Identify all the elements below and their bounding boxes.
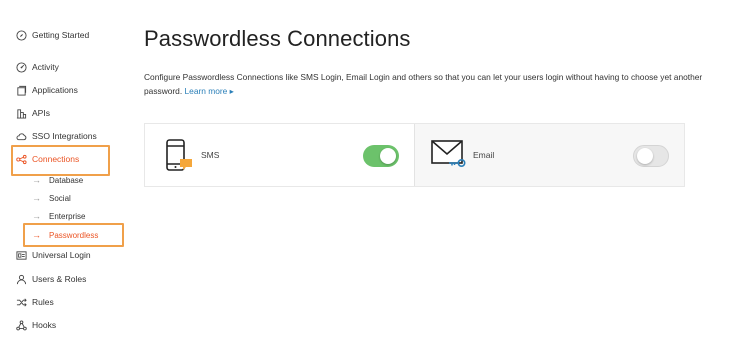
sidebar-item-label: Hooks	[32, 320, 57, 330]
sms-toggle[interactable]	[363, 145, 399, 167]
sidebar-item-universal-login[interactable]: Universal Login	[16, 246, 91, 264]
connection-card-email[interactable]: Email	[414, 124, 684, 186]
sidebar-subitem-database[interactable]: → Database	[32, 172, 83, 188]
connection-label-email: Email	[473, 150, 495, 160]
phone-message-icon	[165, 138, 195, 179]
sidebar-item-label: Applications	[32, 85, 78, 95]
sidebar-item-label: SSO Integrations	[32, 131, 97, 141]
sidebar-item-label: Universal Login	[32, 250, 91, 260]
page-title: Passwordless Connections	[144, 26, 411, 51]
sidebar-item-label: Connections	[32, 154, 80, 164]
sidebar-item-apis[interactable]: APIs	[16, 104, 50, 122]
sidebar-item-rules[interactable]: Rules	[16, 293, 54, 311]
sidebar-item-connections[interactable]: Connections	[16, 150, 79, 168]
page-description: Configure Passwordless Connections like …	[144, 70, 704, 98]
sidebar-subitem-label: Passwordless	[49, 230, 99, 240]
sidebar-subitem-label: Enterprise	[49, 211, 86, 221]
connection-label-sms: SMS	[201, 150, 220, 160]
sidebar-item-applications[interactable]: Applications	[16, 81, 78, 99]
arrow-right-icon: →	[32, 211, 41, 221]
toggle-knob	[637, 148, 653, 164]
hooks-icon	[16, 319, 27, 331]
envelope-key-icon	[430, 138, 468, 175]
arrow-right-icon: →	[32, 193, 41, 203]
sidebar-item-label: Rules	[32, 297, 54, 307]
sidebar-item-getting-started[interactable]: Getting Started	[16, 26, 89, 44]
sidebar: Getting Started Activity Applications AP…	[0, 0, 130, 340]
activity-icon	[16, 61, 27, 73]
sidebar-item-label: Users & Roles	[32, 274, 87, 284]
sidebar-item-label: Getting Started	[32, 30, 90, 40]
apis-icon	[16, 108, 27, 119]
arrow-right-icon: →	[32, 175, 41, 185]
sidebar-item-activity[interactable]: Activity	[16, 58, 59, 76]
compass-icon	[16, 29, 27, 41]
sidebar-item-sso-integrations[interactable]: SSO Integrations	[16, 127, 97, 145]
connections-grid: SMS Email	[144, 123, 685, 187]
sidebar-subitem-passwordless[interactable]: → Passwordless	[32, 227, 98, 243]
rules-icon	[16, 297, 27, 308]
sidebar-subitem-social[interactable]: → Social	[32, 190, 71, 206]
cloud-icon	[16, 131, 27, 142]
sidebar-subitem-label: Social	[49, 193, 71, 203]
sidebar-item-hooks[interactable]: Hooks	[16, 316, 56, 334]
toggle-knob	[380, 148, 396, 164]
sidebar-subitem-label: Database	[49, 175, 84, 185]
sidebar-item-users-roles[interactable]: Users & Roles	[16, 270, 86, 288]
sidebar-item-label: Activity	[32, 62, 59, 72]
email-toggle[interactable]	[633, 145, 669, 167]
connections-icon	[16, 154, 27, 165]
applications-icon	[16, 85, 27, 96]
arrow-right-icon: →	[32, 230, 41, 240]
users-icon	[16, 274, 27, 285]
sidebar-item-label: APIs	[32, 108, 50, 118]
sidebar-subitem-enterprise[interactable]: → Enterprise	[32, 208, 85, 224]
connection-card-sms[interactable]: SMS	[145, 124, 414, 186]
learn-more-link[interactable]: Learn more ▸	[185, 86, 234, 96]
universal-login-icon	[16, 250, 27, 261]
